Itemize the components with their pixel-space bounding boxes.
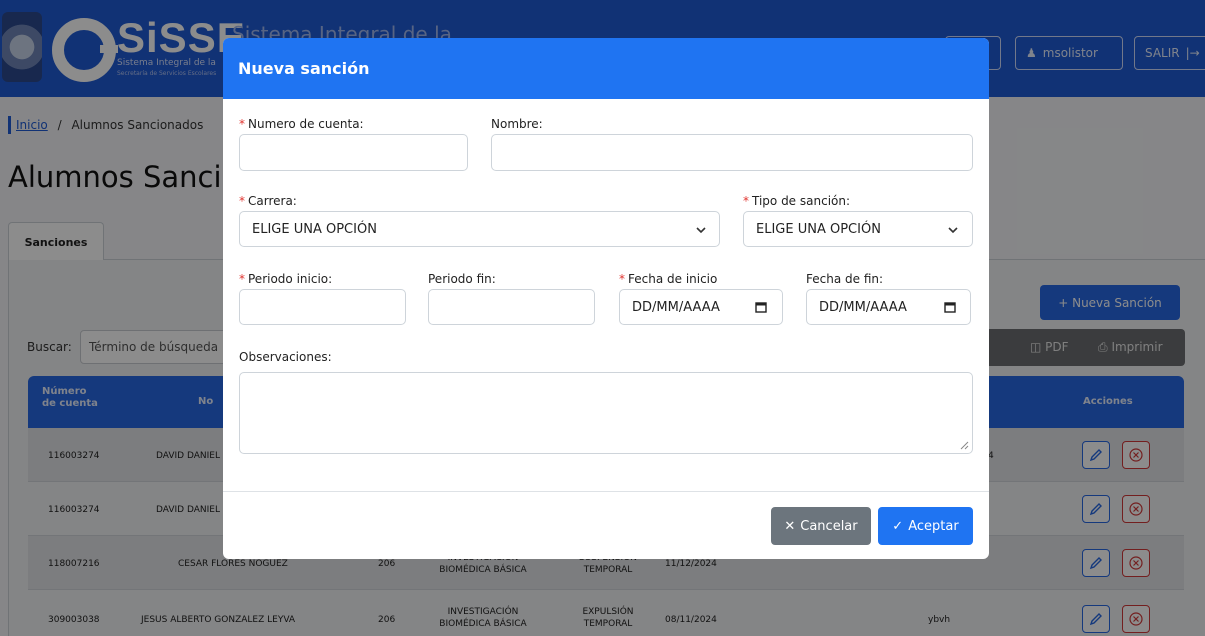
check-icon: ✓ (892, 518, 904, 534)
fecha-fin-value: DD/MM/AAAA (819, 300, 907, 315)
cancel-button[interactable]: ✕ Cancelar (771, 507, 871, 545)
periodo-fin-label: Periodo fin: (428, 272, 496, 286)
carrera-select[interactable]: ELIGE UNA OPCIÓN (239, 211, 720, 247)
required-mark: * (239, 194, 245, 208)
required-mark: * (239, 272, 245, 286)
accept-button[interactable]: ✓ Aceptar (878, 507, 973, 545)
carrera-label: * Carrera: (239, 194, 297, 208)
nombre-input[interactable] (491, 134, 973, 171)
modal-footer-divider (223, 491, 989, 492)
accept-label: Aceptar (908, 518, 959, 534)
numero-cuenta-label: * Numero de cuenta: (239, 117, 364, 131)
close-icon: ✕ (784, 518, 796, 534)
new-sanction-modal: Nueva sanción * Numero de cuenta: Nombre:… (223, 38, 989, 559)
chevron-down-icon (948, 227, 958, 234)
observaciones-label: Observaciones: (239, 350, 332, 364)
nombre-label: Nombre: (491, 117, 543, 131)
fecha-fin-date-input[interactable]: DD/MM/AAAA (806, 289, 971, 325)
carrera-label-text: Carrera: (248, 194, 297, 208)
required-mark: * (743, 194, 749, 208)
carrera-select-value: ELIGE UNA OPCIÓN (252, 222, 377, 237)
required-mark: * (239, 117, 245, 131)
chevron-down-icon (696, 227, 706, 234)
modal-header: Nueva sanción (223, 38, 989, 99)
fecha-inicio-date-input[interactable]: DD/MM/AAAA (619, 289, 783, 325)
cancel-label: Cancelar (800, 518, 858, 534)
numero-cuenta-input[interactable] (239, 134, 468, 171)
numero-cuenta-label-text: Numero de cuenta: (248, 117, 364, 131)
periodo-fin-input[interactable] (428, 289, 595, 325)
calendar-icon[interactable] (755, 301, 767, 313)
modal-title: Nueva sanción (238, 59, 370, 78)
tipo-sancion-label-text: Tipo de sanción: (752, 194, 851, 208)
fecha-inicio-label: * Fecha de inicio (619, 272, 717, 286)
periodo-inicio-input[interactable] (239, 289, 406, 325)
fecha-inicio-label-text: Fecha de inicio (628, 272, 718, 286)
resize-handle-icon[interactable] (960, 441, 969, 450)
fecha-inicio-value: DD/MM/AAAA (632, 300, 720, 315)
calendar-icon[interactable] (944, 301, 956, 313)
periodo-inicio-label-text: Periodo inicio: (248, 272, 333, 286)
tipo-sancion-select[interactable]: ELIGE UNA OPCIÓN (743, 211, 973, 247)
required-mark: * (619, 272, 625, 286)
observaciones-textarea[interactable] (239, 372, 973, 454)
fecha-fin-label: Fecha de fin: (806, 272, 884, 286)
tipo-sancion-label: * Tipo de sanción: (743, 194, 850, 208)
tipo-sancion-select-value: ELIGE UNA OPCIÓN (756, 222, 881, 237)
periodo-inicio-label: * Periodo inicio: (239, 272, 332, 286)
